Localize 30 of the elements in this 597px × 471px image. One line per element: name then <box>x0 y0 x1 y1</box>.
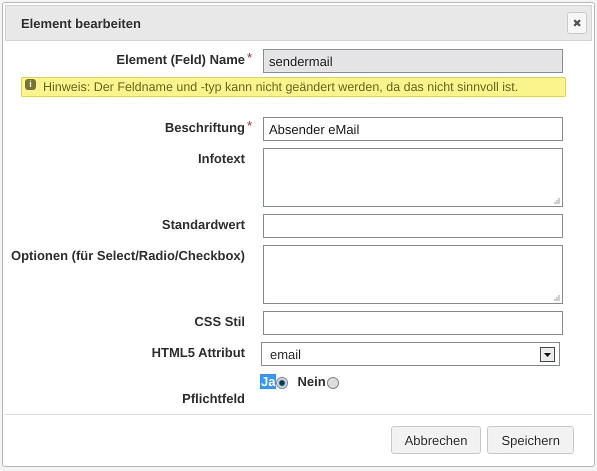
field-label: HTML5 Attribut <box>152 344 245 360</box>
dialog-title: Element bearbeiten <box>21 16 141 30</box>
resize-grip-icon[interactable] <box>553 197 560 204</box>
text-field[interactable] <box>263 214 563 238</box>
field-label: Pflichtfeld <box>182 390 245 406</box>
required-mark: * <box>246 118 252 133</box>
resize-grip-icon[interactable] <box>553 294 560 301</box>
select-dropdown[interactable]: email <box>261 342 560 366</box>
field-label: Beschriftung <box>164 119 245 135</box>
field-label: Standardwert <box>162 216 245 232</box>
hint-text: Hinweis: Der Feldname und -typ kann nicht geändert werden, da das nicht sinnvoll ist. <box>43 80 518 94</box>
radio-button[interactable] <box>326 377 339 389</box>
text-field[interactable] <box>263 311 563 335</box>
field-label: CSS Stil <box>194 313 245 329</box>
select-value: email <box>270 346 302 362</box>
text-area[interactable] <box>263 148 563 207</box>
field-label: Element (Feld) Name <box>116 51 245 67</box>
info-icon: i <box>25 78 36 90</box>
field-label: Optionen (für Select/Radio/Checkbox) <box>10 247 245 263</box>
radio-button[interactable] <box>276 377 288 389</box>
save-button[interactable]: Speichern <box>487 426 574 454</box>
radio-label: Ja <box>260 374 276 388</box>
text-area[interactable] <box>263 245 563 304</box>
radio-label: Nein <box>296 374 327 388</box>
dropdown-caret-icon[interactable] <box>540 346 555 362</box>
field-label: Infotext <box>198 150 245 166</box>
required-mark: * <box>246 50 252 65</box>
close-button[interactable]: ✖ <box>567 12 587 34</box>
text-field[interactable]: Absender eMail <box>263 117 563 141</box>
cancel-button[interactable]: Abbrechen <box>390 426 482 454</box>
